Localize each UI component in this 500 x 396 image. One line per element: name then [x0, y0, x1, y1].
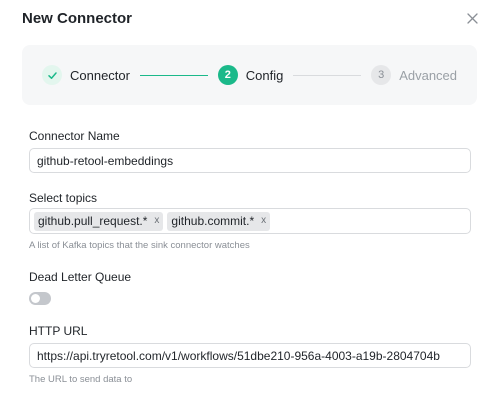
new-connector-dialog: New Connector Connector 2 Config 3 Advan…	[0, 0, 500, 396]
dialog-title: New Connector	[22, 9, 133, 27]
dead-letter-queue-label: Dead Letter Queue	[29, 270, 132, 284]
connector-name-input[interactable]	[29, 148, 471, 173]
http-url-input[interactable]	[29, 343, 471, 368]
step-label: Config	[245, 67, 284, 83]
step-label: Connector	[70, 67, 130, 83]
topic-tag-label: github.commit.*	[171, 214, 255, 228]
step-complete-indicator	[42, 65, 62, 85]
dialog-header: New Connector	[22, 8, 480, 28]
remove-tag-button[interactable]: x	[261, 216, 266, 226]
step-number: 2	[217, 65, 238, 85]
dead-letter-queue-toggle[interactable]	[29, 292, 51, 305]
check-icon	[47, 71, 57, 79]
topic-tag-label: github.pull_request.*	[38, 214, 148, 228]
step-label: Advanced	[399, 67, 458, 83]
toggle-knob	[31, 294, 40, 303]
topics-helper-text: A list of Kafka topics that the sink con…	[29, 240, 250, 251]
http-url-helper-text: The URL to send data to	[29, 374, 133, 385]
close-icon	[466, 12, 478, 24]
step-number: 3	[371, 65, 392, 85]
step-divider	[139, 74, 208, 76]
close-button[interactable]	[464, 10, 480, 26]
topic-tag: github.commit.* x	[167, 211, 271, 231]
topics-select[interactable]: github.pull_request.* x github.commit.* …	[29, 208, 471, 234]
http-url-label: HTTP URL	[29, 324, 88, 338]
connector-name-label: Connector Name	[29, 129, 120, 143]
stepper: Connector 2 Config 3 Advanced	[22, 45, 477, 105]
step-advanced[interactable]: 3 Advanced	[371, 65, 457, 85]
remove-tag-button[interactable]: x	[154, 216, 159, 226]
topic-tag: github.pull_request.* x	[34, 211, 164, 231]
select-topics-label: Select topics	[29, 191, 98, 205]
step-connector[interactable]: Connector	[42, 65, 130, 85]
step-divider	[293, 74, 362, 76]
step-config[interactable]: 2 Config	[217, 65, 284, 85]
